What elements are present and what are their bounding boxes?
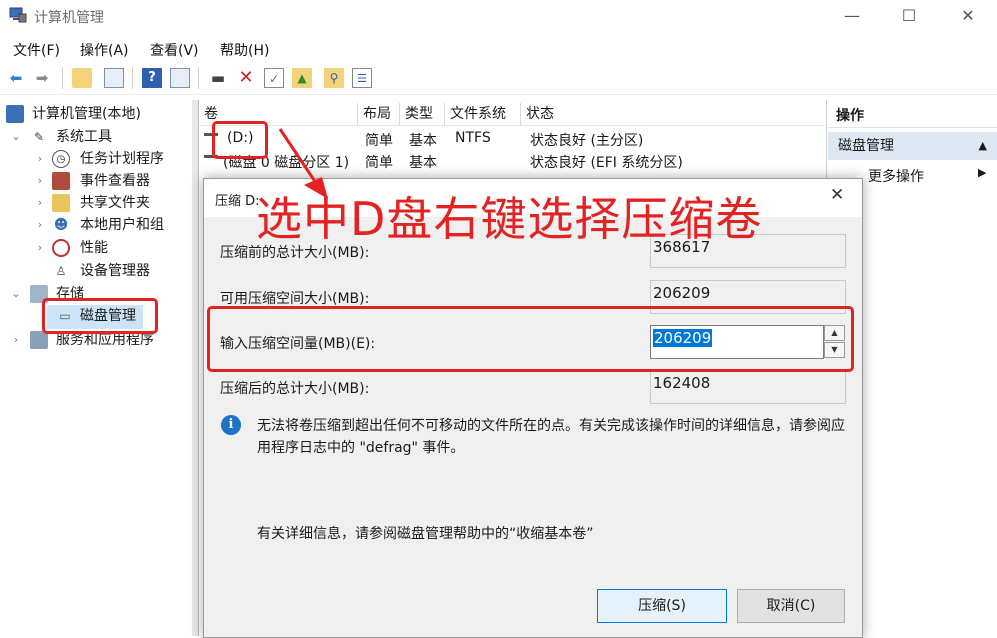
menu-view[interactable]: 查看(V) [150, 40, 199, 60]
more-actions-label: 更多操作 [868, 169, 924, 185]
menu-help[interactable]: 帮助(H) [220, 40, 269, 60]
more-actions-link[interactable]: 更多操作 [868, 166, 924, 186]
column-filesystem[interactable]: 文件系统 [445, 103, 521, 125]
chevron-down-icon[interactable]: ⌄ [10, 283, 22, 305]
info-text: 无法将卷压缩到超出任何不可移动的文件所在的点。有关完成该操作时间的详细信息，请参… [257, 418, 845, 456]
search-folder-icon[interactable]: ⚲ [324, 68, 344, 88]
toolbar-separator [132, 67, 133, 89]
open-folder-icon[interactable]: ▲ [292, 68, 312, 88]
menu-action[interactable]: 操作(A) [80, 40, 129, 60]
chevron-right-icon[interactable]: › [10, 329, 22, 351]
chevron-right-icon[interactable]: › [34, 237, 46, 259]
submenu-arrow-icon[interactable]: ▶ [978, 166, 986, 179]
highlight-d-drive [212, 121, 268, 159]
info-icon: i [221, 415, 241, 435]
chevron-right-icon[interactable]: › [34, 148, 46, 170]
tree-item-label: 性能 [80, 240, 108, 256]
clock-icon: ◷ [52, 150, 70, 168]
minimize-button[interactable]: — [829, 0, 875, 32]
cancel-button[interactable]: 取消(C) [737, 589, 845, 623]
cell-layout: 简单 [365, 133, 393, 149]
tree-item-label: 计算机管理(本地) [32, 106, 141, 122]
connect-drive-icon[interactable]: ▬ [208, 68, 228, 88]
tree-scrollbar[interactable] [192, 100, 199, 636]
column-type[interactable]: 类型 [400, 103, 445, 125]
total-after-value: 162408 [650, 370, 846, 404]
shared-folder-icon [52, 194, 70, 212]
column-status[interactable]: 状态 [521, 103, 824, 125]
chevron-right-icon[interactable]: › [34, 192, 46, 214]
performance-icon [52, 239, 70, 257]
device-manager-icon: ♙ [55, 264, 67, 278]
volume-table-header: 卷 布局 类型 文件系统 状态 [199, 103, 824, 126]
highlight-amount-row [207, 306, 854, 372]
cell-type: 基本 [409, 133, 437, 149]
show-hide-action-icon[interactable] [170, 68, 190, 88]
highlight-disk-management [42, 298, 158, 334]
cell-status: 状态良好 (主分区) [530, 133, 644, 149]
maximize-button[interactable]: ☐ [886, 0, 932, 32]
annotation-text: 选中D盘右键选择压缩卷 [256, 192, 763, 246]
dialog-close-button[interactable]: ✕ [830, 185, 844, 205]
dialog-title: 压缩 D: [215, 194, 260, 209]
actions-title: 操作 [828, 104, 997, 128]
computer-management-icon [6, 105, 24, 123]
close-button[interactable]: ✕ [945, 0, 991, 32]
help-icon[interactable]: ? [142, 68, 162, 88]
chevron-right-icon[interactable]: › [34, 170, 46, 192]
column-layout[interactable]: 布局 [358, 103, 400, 125]
users-icon: ☻ [53, 217, 69, 233]
window-title: 计算机管理 [34, 10, 104, 26]
cell-filesystem: NTFS [455, 130, 491, 146]
back-icon[interactable]: ⬅ [6, 68, 26, 88]
cell-status: 状态良好 (EFI 系统分区) [530, 155, 683, 171]
tree-item-label: 设备管理器 [80, 263, 150, 279]
show-hide-tree-icon[interactable] [104, 68, 124, 88]
up-folder-icon[interactable] [72, 68, 92, 88]
tree-item-label: 共享文件夹 [80, 195, 150, 211]
tree-item-label: 事件查看器 [80, 173, 150, 189]
actions-section-disk-management[interactable]: 磁盘管理 ▲ [828, 132, 997, 160]
event-viewer-icon [52, 172, 70, 190]
delete-icon[interactable]: ✕ [236, 68, 256, 88]
properties-icon[interactable]: ☰ [352, 68, 372, 88]
tree-item-label: 系统工具 [56, 129, 112, 145]
tree-item-label: 本地用户和组 [80, 217, 164, 233]
chevron-right-icon[interactable]: › [34, 214, 46, 236]
computer-management-icon [9, 7, 27, 23]
tree-item-label: 任务计划程序 [80, 151, 164, 167]
cell-layout: 简单 [365, 155, 393, 171]
menu-file[interactable]: 文件(F) [13, 40, 60, 60]
shrink-button[interactable]: 压缩(S) [597, 589, 727, 623]
total-after-label: 压缩后的总计大小(MB): [220, 381, 370, 397]
chevron-down-icon[interactable]: ⌄ [10, 126, 22, 148]
available-label: 可用压缩空间大小(MB): [220, 291, 370, 307]
toolbar-separator [198, 67, 199, 89]
tools-icon: ✎ [33, 130, 45, 144]
collapse-icon[interactable]: ▲ [979, 132, 987, 160]
help-text: 有关详细信息，请参阅磁盘管理帮助中的“收缩基本卷” [257, 526, 594, 542]
actions-section-label: 磁盘管理 [838, 138, 894, 154]
check-icon[interactable]: ✓ [264, 68, 284, 88]
cell-type: 基本 [409, 155, 437, 171]
toolbar-separator [62, 67, 63, 89]
forward-icon[interactable]: ➡ [32, 68, 52, 88]
